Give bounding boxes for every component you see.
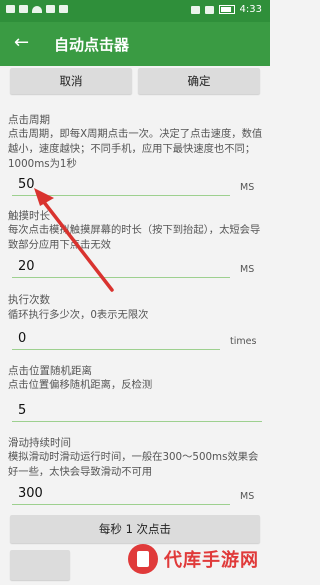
watermark-logo-icon [128, 544, 158, 574]
watermark: 代库手游网 [128, 544, 259, 574]
watermark-text: 代库手游网 [164, 550, 259, 571]
annotation-arrow [34, 188, 114, 292]
